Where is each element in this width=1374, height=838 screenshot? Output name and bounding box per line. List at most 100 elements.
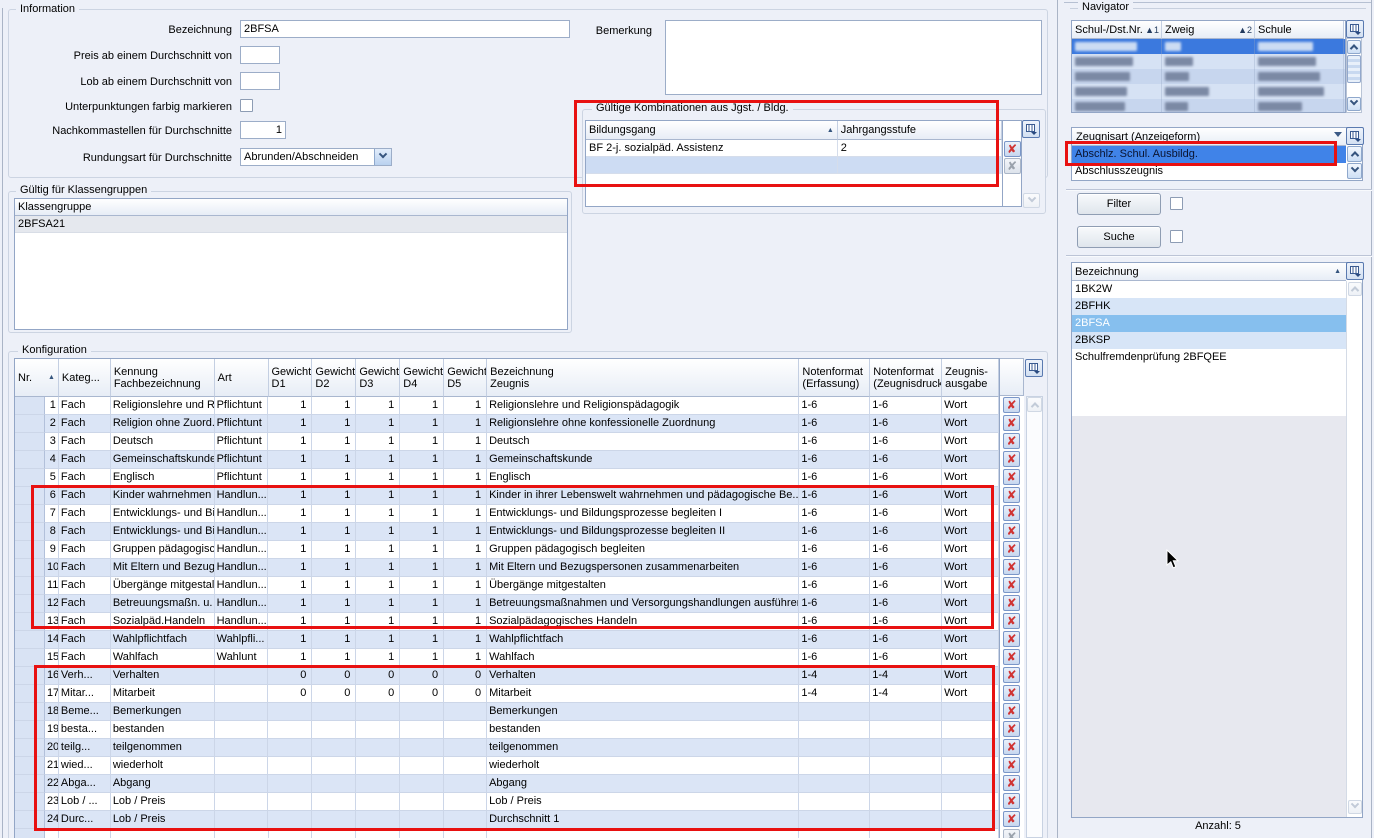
row-selector[interactable]	[15, 757, 45, 775]
delete-row-button[interactable]: ✘	[1003, 523, 1020, 539]
delete-row-button[interactable]: ✘	[1003, 775, 1020, 791]
table-row[interactable]: 10 Fach Mit Eltern und Bezugs... Handlun…	[15, 559, 999, 577]
table-row-selected[interactable]	[1072, 39, 1345, 54]
column-chooser-button[interactable]	[1022, 120, 1040, 138]
column-header-nr[interactable]: Nr. ▲	[15, 359, 59, 397]
column-header-gewicht-d1[interactable]: Gewicht D1	[269, 359, 313, 397]
table-row[interactable]	[1072, 54, 1345, 69]
list-item[interactable]: 2BKSP	[1072, 332, 1346, 349]
unterpunktungen-checkbox[interactable]	[240, 99, 253, 112]
zeugnisart-header[interactable]: Zeugnisart (Anzeigeform)	[1072, 128, 1346, 146]
column-header-zweig[interactable]: Zweig ▲2	[1162, 21, 1255, 39]
delete-row-button[interactable]: ✘	[1003, 811, 1020, 827]
scroll-down-button[interactable]	[1348, 800, 1362, 814]
table-row[interactable]: 19 besta... bestanden bestanden	[15, 721, 999, 739]
column-header-notenformat-erfassung[interactable]: Notenformat (Erfassung)	[799, 359, 870, 397]
row-selector[interactable]	[15, 541, 45, 559]
filter-checkbox[interactable]	[1170, 197, 1183, 210]
row-selector[interactable]	[15, 631, 45, 649]
row-selector[interactable]	[15, 469, 45, 487]
row-selector[interactable]	[15, 649, 45, 667]
delete-row-button[interactable]: ✘	[1003, 631, 1020, 647]
row-selector[interactable]	[15, 433, 45, 451]
column-header-schulnr[interactable]: Schul-/Dst.Nr. ▲1	[1072, 21, 1162, 39]
table-row[interactable]	[1072, 69, 1345, 84]
bezeichnung-input[interactable]: 2BFSA	[240, 20, 570, 38]
row-selector[interactable]	[15, 613, 45, 631]
row-selector[interactable]	[15, 703, 45, 721]
delete-row-button[interactable]: ✘	[1003, 613, 1020, 629]
table-row[interactable]: 1 Fach Religionslehre und R... Pflichtun…	[15, 397, 999, 415]
delete-row-button[interactable]: ✘	[1003, 415, 1020, 431]
table-row[interactable]: 22 Abga... Abgang Abgang	[15, 775, 999, 793]
row-selector[interactable]	[15, 577, 45, 595]
vertical-scrollbar[interactable]	[1346, 281, 1363, 818]
delete-row-button[interactable]: ✘	[1003, 577, 1020, 593]
table-row[interactable]: 5 Fach Englisch Pflichtunt 1 1 1 1 1 Eng…	[15, 469, 999, 487]
table-row[interactable]: BF 2-j. sozialpäd. Assistenz 2	[586, 140, 1002, 157]
table-row[interactable]: 3 Fach Deutsch Pflichtunt 1 1 1 1 1 Deut…	[15, 433, 999, 451]
list-item[interactable]: 1BK2W	[1072, 281, 1346, 298]
column-header-kennung[interactable]: Kennung Fachbezeichnung	[111, 359, 215, 397]
column-header-kateg[interactable]: Kateg...	[59, 359, 111, 397]
row-selector[interactable]	[15, 685, 45, 703]
delete-row-button[interactable]: ✘	[1003, 649, 1020, 665]
row-selector[interactable]	[15, 523, 45, 541]
vertical-scrollbar[interactable]	[1026, 396, 1043, 838]
table-row-empty-selected[interactable]	[586, 157, 1002, 174]
delete-row-button[interactable]: ✘	[1003, 595, 1020, 611]
delete-row-button[interactable]: ✘	[1003, 487, 1020, 503]
table-row[interactable]: 14 Fach Wahlpflichtfach Wahlpfli... 1 1 …	[15, 631, 999, 649]
preis-input[interactable]	[240, 46, 280, 64]
row-selector[interactable]	[15, 397, 45, 415]
nachkommastellen-input[interactable]: 1	[240, 121, 286, 139]
rundungsart-select[interactable]: Abrunden/Abschneiden	[240, 148, 392, 166]
delete-row-button[interactable]: ✘	[1003, 721, 1020, 737]
combo-dropdown-button[interactable]	[374, 149, 391, 165]
delete-row-button[interactable]: ✘	[1003, 505, 1020, 521]
filter-button[interactable]: Filter	[1077, 193, 1161, 215]
table-row[interactable]: 11 Fach Übergänge mitgestalt... Handlun.…	[15, 577, 999, 595]
table-row[interactable]: 8 Fach Entwicklungs- und Bil... Handlun.…	[15, 523, 999, 541]
delete-row-button[interactable]: ✘	[1004, 141, 1021, 157]
row-selector[interactable]	[15, 739, 45, 757]
column-header-bildungsgang[interactable]: Bildungsgang ▲	[586, 121, 838, 140]
table-row[interactable]: 2 Fach Religion ohne Zuord. Pflichtunt 1…	[15, 415, 999, 433]
row-selector[interactable]	[15, 487, 45, 505]
row-selector[interactable]	[15, 775, 45, 793]
delete-row-button[interactable]: ✘	[1003, 793, 1020, 809]
table-row[interactable]: 7 Fach Entwicklungs- und Bil... Handlun.…	[15, 505, 999, 523]
list-item-selected[interactable]: 2BFSA	[1072, 315, 1346, 332]
bemerkung-textarea[interactable]	[665, 20, 1042, 95]
table-row[interactable]: 21 wied... wiederholt wiederholt	[15, 757, 999, 775]
delete-row-button[interactable]: ✘	[1003, 757, 1020, 773]
delete-row-button[interactable]: ✘	[1003, 541, 1020, 557]
row-selector[interactable]	[15, 595, 45, 613]
row-selector[interactable]	[15, 721, 45, 739]
row-selector[interactable]	[15, 667, 45, 685]
column-header-notenformat-zeugnisdruck[interactable]: Notenformat (Zeugnisdruck)	[870, 359, 942, 397]
delete-row-button[interactable]: ✘	[1003, 559, 1020, 575]
column-header-gewicht-d5[interactable]: Gewicht D5	[444, 359, 487, 397]
column-chooser-button[interactable]	[1025, 359, 1043, 377]
table-row[interactable]: 13 Fach Sozialpäd.Handeln Handlun... 1 1…	[15, 613, 999, 631]
table-row[interactable]: 24 Durc... Lob / Preis Durchschnitt 1	[15, 811, 999, 829]
column-header-art[interactable]: Art	[215, 359, 269, 397]
column-header-klassengruppe[interactable]: Klassengruppe	[15, 199, 567, 216]
row-selector[interactable]	[15, 811, 45, 829]
column-chooser-button[interactable]	[1346, 20, 1364, 38]
scrollbar-thumb[interactable]	[1347, 55, 1361, 83]
list-item[interactable]: 2BFHK	[1072, 298, 1346, 315]
column-header-schule[interactable]: Schule	[1255, 21, 1344, 39]
delete-row-button[interactable]: ✘	[1003, 739, 1020, 755]
scroll-down-button[interactable]	[1347, 163, 1362, 179]
table-row[interactable]: 18 Beme... Bemerkungen Bemerkungen	[15, 703, 999, 721]
table-row[interactable]: 6 Fach Kinder wahrnehmen u... Handlun...…	[15, 487, 999, 505]
table-row[interactable]	[1072, 84, 1345, 99]
delete-row-button[interactable]: ✘	[1003, 433, 1020, 449]
column-header-bezeichnung[interactable]: Bezeichnung ▲	[1072, 263, 1346, 281]
table-row[interactable]: 23 Lob / ... Lob / Preis Lob / Preis	[15, 793, 999, 811]
table-row[interactable]	[1072, 99, 1345, 113]
row-selector[interactable]	[15, 451, 45, 469]
list-item[interactable]: Schulfremdenprüfung 2BFQEE	[1072, 349, 1346, 366]
